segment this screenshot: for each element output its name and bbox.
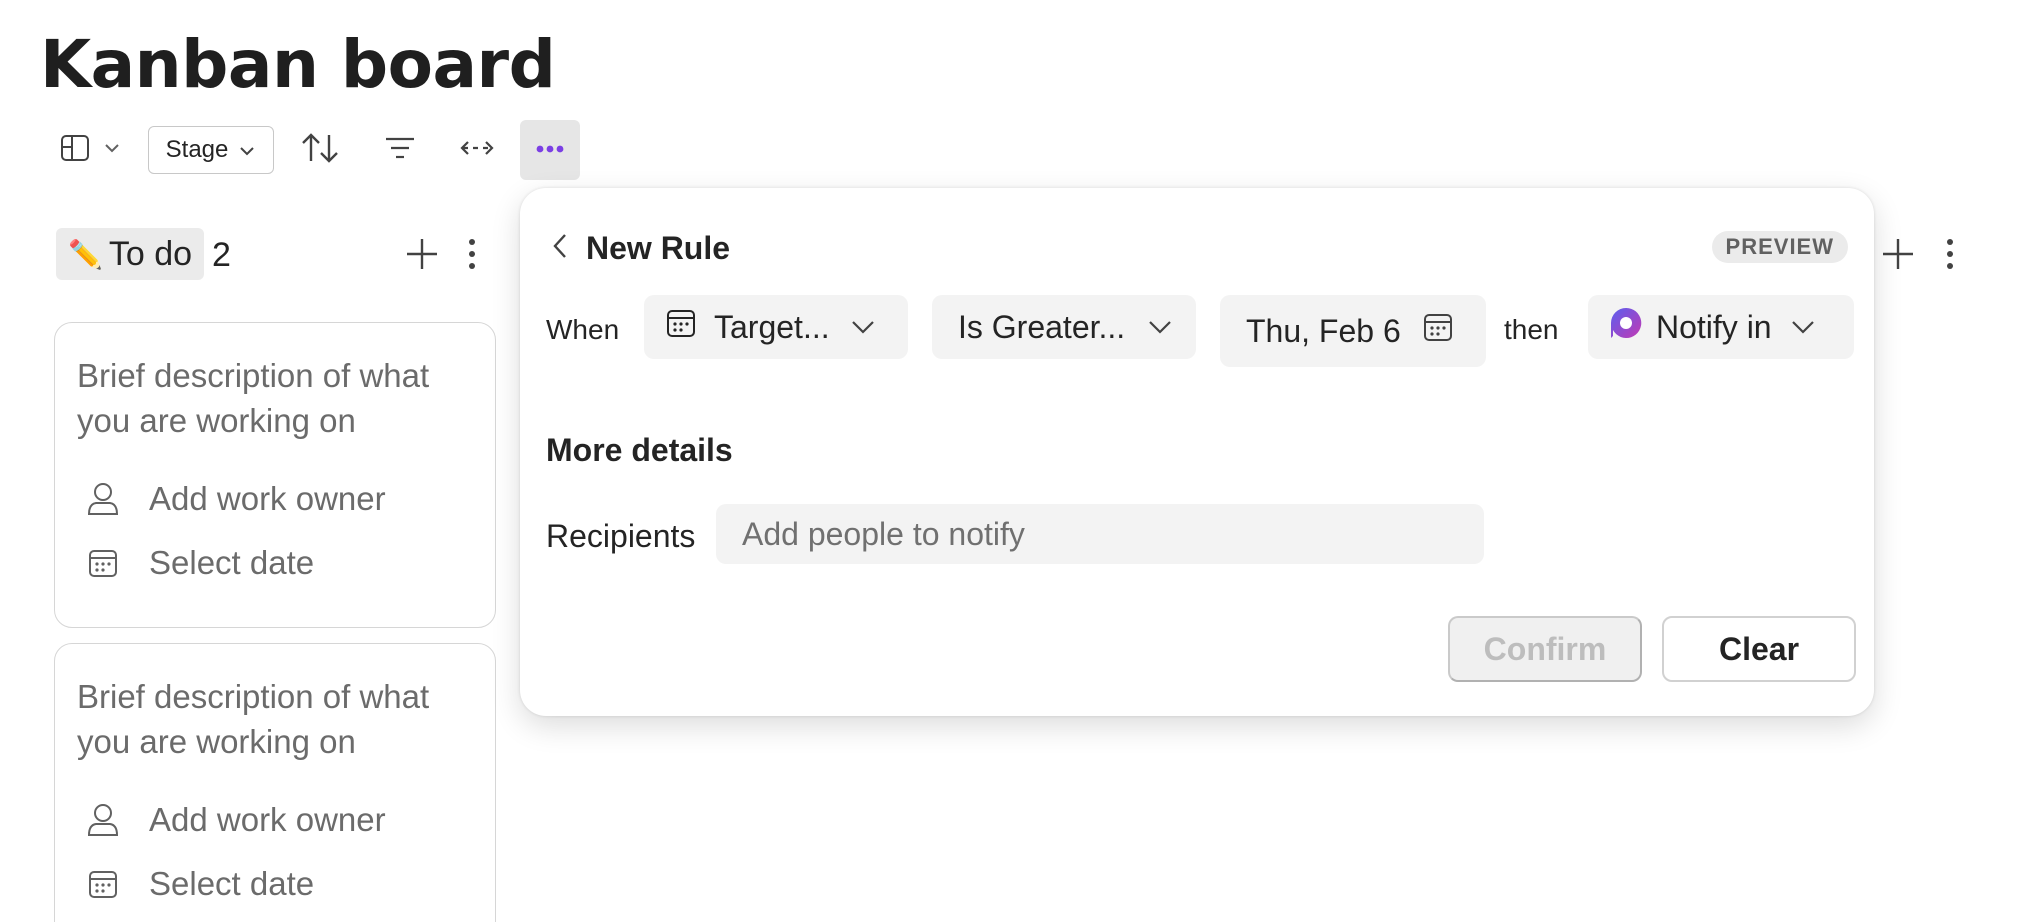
card-owner-placeholder: Add work owner	[149, 801, 386, 838]
field-value: Target...	[714, 308, 830, 345]
task-card[interactable]: Brief description of what you are workin…	[54, 322, 496, 628]
column-menu-button[interactable]	[1930, 234, 1970, 274]
chevron-down-icon	[1145, 312, 1175, 342]
date-value: Thu, Feb 6	[1246, 312, 1401, 349]
recipients-input[interactable]	[716, 504, 1484, 564]
recipients-label: Recipients	[546, 518, 696, 554]
chevron-down-icon	[238, 136, 256, 164]
column-title: To do	[108, 234, 193, 273]
column-header-todo: ✏️ To do 2	[54, 228, 494, 284]
calendar-icon	[666, 308, 696, 346]
card-date-placeholder: Select date	[149, 865, 315, 902]
loop-app-icon	[1608, 305, 1644, 349]
chevron-down-icon	[103, 141, 121, 159]
operator-dropdown[interactable]: Is Greater...	[932, 295, 1196, 359]
card-date-row[interactable]: Select date	[83, 543, 314, 583]
column-menu-button[interactable]	[452, 234, 492, 274]
person-icon	[83, 479, 123, 519]
pencil-icon: ✏️	[68, 238, 103, 270]
sort-icon	[300, 131, 340, 170]
group-by-dropdown[interactable]: Stage	[148, 126, 274, 174]
vertical-more-icon	[1930, 239, 1970, 278]
board-toolbar: Stage	[40, 120, 600, 180]
column-title-chip[interactable]: ✏️ To do	[56, 228, 205, 280]
card-owner-placeholder: Add work owner	[149, 480, 386, 517]
chevron-down-icon	[848, 312, 878, 342]
filter-button[interactable]	[378, 130, 422, 170]
field-dropdown[interactable]: Target...	[644, 295, 908, 359]
new-rule-popup: New Rule PREVIEW When Target... Is Great…	[520, 188, 1874, 716]
more-details-heading: More details	[546, 432, 733, 468]
confirm-button[interactable]: Confirm	[1448, 616, 1642, 682]
calendar-icon	[83, 864, 123, 904]
clear-button[interactable]: Clear	[1662, 616, 1856, 682]
expand-columns-button[interactable]	[452, 130, 502, 170]
then-label: then	[1504, 314, 1559, 345]
card-description[interactable]: Brief description of what you are workin…	[77, 674, 467, 764]
plus-icon	[402, 239, 442, 278]
rule-title: New Rule	[586, 230, 731, 266]
back-button[interactable]	[542, 228, 578, 268]
column-count: 2	[212, 236, 231, 274]
more-icon	[535, 141, 565, 159]
board-layout-icon	[59, 132, 91, 169]
preview-badge: PREVIEW	[1711, 231, 1848, 263]
add-card-button[interactable]	[402, 234, 442, 274]
group-by-label: Stage	[165, 136, 229, 163]
vertical-more-icon	[452, 239, 492, 278]
page-title: Kanban board	[40, 26, 556, 103]
more-options-button[interactable]	[520, 120, 580, 180]
date-picker[interactable]: Thu, Feb 6	[1220, 295, 1486, 367]
card-owner-row[interactable]: Add work owner	[83, 479, 386, 519]
expand-icon	[459, 138, 495, 163]
sort-button[interactable]	[298, 130, 342, 170]
card-owner-row[interactable]: Add work owner	[83, 800, 386, 840]
add-card-button[interactable]	[1878, 234, 1918, 274]
card-date-placeholder: Select date	[149, 544, 315, 581]
calendar-icon	[83, 543, 123, 583]
person-icon	[83, 800, 123, 840]
card-date-row[interactable]: Select date	[83, 864, 314, 904]
plus-icon	[1878, 239, 1918, 278]
chevron-down-icon	[1788, 312, 1818, 342]
layout-switcher-button[interactable]	[50, 130, 130, 170]
action-dropdown[interactable]: Notify in	[1588, 295, 1854, 359]
chevron-left-icon	[550, 231, 570, 266]
operator-value: Is Greater...	[958, 308, 1126, 345]
kanban-page: Kanban board Stage ✏️ To do 2 Brief desc…	[0, 0, 2032, 922]
action-value: Notify in	[1656, 308, 1772, 345]
calendar-icon	[1423, 312, 1453, 350]
card-description[interactable]: Brief description of what you are workin…	[77, 353, 467, 443]
task-card[interactable]: Brief description of what you are workin…	[54, 643, 496, 922]
filter-icon	[384, 135, 416, 166]
when-label: When	[546, 314, 620, 345]
